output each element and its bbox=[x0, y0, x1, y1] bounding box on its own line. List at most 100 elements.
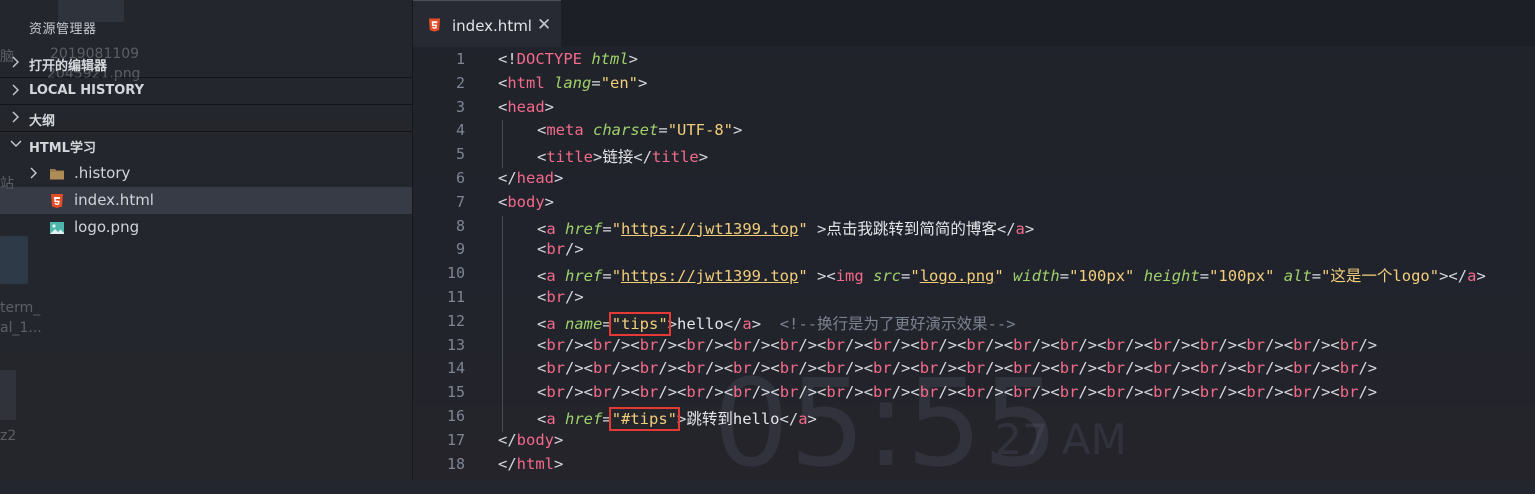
code-token: br bbox=[546, 288, 566, 306]
code-token: />< bbox=[611, 335, 640, 354]
section-outline[interactable]: 大纲 bbox=[0, 104, 412, 131]
code-token: 跳转到hello bbox=[686, 410, 780, 428]
line-number: 3 bbox=[455, 97, 465, 116]
code-token: https://jwt1399.top bbox=[621, 219, 799, 238]
code-token: br bbox=[733, 359, 752, 378]
code-line[interactable]: 7 <body> bbox=[413, 191, 1535, 215]
code-token: title bbox=[546, 148, 594, 167]
section-label: 打开的编辑器 bbox=[29, 59, 108, 74]
code-line[interactable]: 5 <title>链接</title> bbox=[413, 143, 1535, 167]
tree-item-label: index.html bbox=[74, 191, 154, 209]
tab-label: index.html bbox=[452, 17, 532, 35]
code-token: />< bbox=[891, 335, 920, 354]
line-number: 4 bbox=[455, 121, 465, 140]
code-token: </ bbox=[498, 454, 517, 473]
code-token: html bbox=[507, 73, 555, 92]
code-line[interactable]: 4 <meta charset="UTF-8"> bbox=[413, 119, 1535, 143]
code-token: />< bbox=[611, 383, 640, 402]
code-line[interactable]: 9 <br/> bbox=[413, 238, 1535, 262]
code-token: />< bbox=[565, 335, 594, 354]
editor-pane: index.html ✕ 05:55 27 AM 1 <!DOCTYPE html… bbox=[413, 0, 1535, 494]
code-token: /> bbox=[565, 240, 584, 259]
line-number: 9 bbox=[455, 240, 465, 259]
section-workspace-html[interactable]: HTML学习 bbox=[0, 131, 412, 158]
code-line[interactable]: 15 <br/><br/><br/><br/><br/><br/><br/><br… bbox=[413, 381, 1535, 405]
code-token: "这是一个logo" bbox=[1321, 267, 1440, 286]
code-token: title bbox=[652, 148, 699, 167]
code-line[interactable]: 16 <a href="#tips">跳转到hello</a> bbox=[413, 405, 1535, 431]
code-token: br bbox=[733, 335, 752, 354]
code-token: />< bbox=[1078, 383, 1107, 402]
desktop-ghost-tile bbox=[0, 370, 16, 420]
code-token: />< bbox=[1125, 383, 1154, 402]
code-token: <!--换行是为了更好演示效果--> bbox=[761, 314, 1016, 333]
code-token: br bbox=[686, 383, 706, 402]
tree-item-logo-png[interactable]: logo.png bbox=[0, 214, 412, 241]
code-token: br bbox=[593, 335, 612, 354]
code-token: = bbox=[602, 267, 612, 286]
code-token: a bbox=[546, 314, 566, 333]
code-line[interactable]: 6 </head> bbox=[413, 167, 1535, 191]
tree-item-history-folder[interactable]: .history bbox=[0, 160, 412, 187]
line-number: 18 bbox=[446, 454, 465, 473]
line-number: 17 bbox=[446, 430, 465, 449]
close-icon[interactable]: ✕ bbox=[537, 15, 551, 35]
code-token: />< bbox=[1171, 335, 1200, 354]
code-token: />< bbox=[1125, 335, 1154, 354]
code-token: br bbox=[826, 359, 846, 378]
code-token: />< bbox=[1171, 383, 1200, 402]
code-token: br bbox=[686, 359, 706, 378]
code-token: "en" bbox=[600, 73, 639, 92]
tab-index-html[interactable]: index.html ✕ bbox=[413, 0, 561, 47]
code-line[interactable]: 10 <a href="https://jwt1399.top" ><img sr… bbox=[413, 262, 1535, 286]
code-token: br bbox=[966, 359, 986, 378]
line-number: 5 bbox=[455, 145, 465, 164]
code-token: />< bbox=[798, 383, 827, 402]
line-number: 6 bbox=[455, 169, 465, 187]
chevron-right-icon bbox=[30, 167, 37, 179]
line-number: 1 bbox=[455, 50, 465, 68]
code-token: body bbox=[507, 192, 545, 211]
code-line[interactable]: 13 <br/><br/><br/><br/><br/><br/><br/><br… bbox=[413, 334, 1535, 358]
code-line[interactable]: 18 </html> bbox=[413, 453, 1535, 477]
code-line[interactable]: 1 <!DOCTYPE html> bbox=[413, 48, 1535, 72]
tree-item-index-html[interactable]: index.html bbox=[0, 187, 412, 214]
section-open-editors[interactable]: 打开的编辑器 bbox=[0, 50, 412, 76]
code-text: </body> bbox=[498, 431, 563, 449]
code-line[interactable]: 2 <html lang="en"> bbox=[413, 72, 1535, 96]
code-token: = bbox=[658, 121, 668, 140]
code-token: > bbox=[544, 192, 555, 211]
code-token: br bbox=[639, 335, 659, 354]
code-token: < bbox=[498, 192, 508, 211]
code-token: " bbox=[798, 219, 808, 238]
code-token: br bbox=[1106, 383, 1126, 402]
code-token: br bbox=[919, 335, 939, 354]
code-token: href bbox=[565, 267, 603, 286]
code-token: br bbox=[826, 383, 846, 402]
code-token: br bbox=[686, 335, 706, 354]
code-line[interactable]: 14 <br/><br/><br/><br/><br/><br/><br/><br… bbox=[413, 357, 1535, 381]
line-number: 16 bbox=[446, 407, 465, 425]
code-token: > bbox=[733, 121, 743, 140]
code-line[interactable]: 11 <br/> bbox=[413, 286, 1535, 310]
highlighted-token: "tips" bbox=[608, 311, 671, 336]
code-token: a bbox=[546, 267, 566, 286]
code-token: br bbox=[779, 359, 799, 378]
section-local-history[interactable]: LOCAL HISTORY bbox=[0, 77, 412, 104]
line-number: 2 bbox=[455, 73, 465, 92]
code-token: " bbox=[798, 267, 808, 286]
code-token: />< bbox=[1311, 335, 1340, 354]
code-token: br bbox=[1153, 335, 1172, 354]
code-token: />< bbox=[658, 383, 687, 402]
code-line[interactable]: 12 <a name="tips">hello</a> <!--换行是为了更好演示… bbox=[413, 310, 1535, 336]
code-token: = bbox=[591, 73, 601, 92]
code-line[interactable]: 17 </body> bbox=[413, 429, 1535, 453]
code-token: /> bbox=[565, 288, 584, 306]
code-token: > bbox=[554, 454, 564, 473]
code-token: />< bbox=[1031, 335, 1060, 354]
chevron-right-icon bbox=[12, 56, 19, 68]
code-line[interactable]: 3 <head> bbox=[413, 96, 1535, 120]
code-token: br bbox=[593, 383, 612, 402]
code-line[interactable]: 8 <a href="https://jwt1399.top" >点击我跳转到简简… bbox=[413, 215, 1535, 239]
